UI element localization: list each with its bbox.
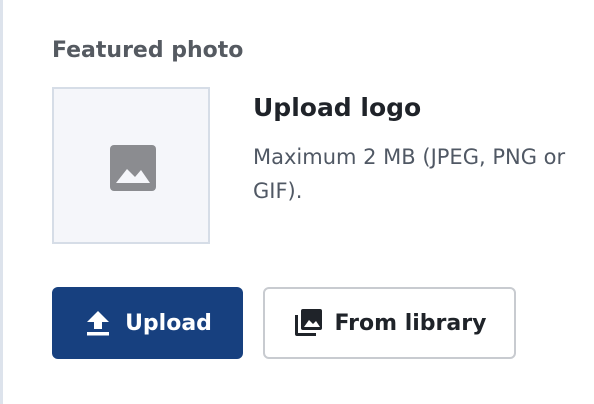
- from-library-button[interactable]: From library: [263, 287, 516, 359]
- image-icon: [110, 145, 156, 191]
- upload-requirements-text: Maximum 2 MB (JPEG, PNG or GIF).: [253, 145, 566, 203]
- photo-library-icon: [294, 309, 322, 336]
- upload-logo-title: Upload logo: [253, 93, 422, 122]
- upload-button[interactable]: Upload: [52, 287, 243, 359]
- upload-button-label: Upload: [125, 310, 212, 336]
- upload-icon: [87, 311, 110, 336]
- featured-photo-thumbnail[interactable]: [52, 87, 210, 244]
- section-title: Featured photo: [52, 38, 244, 63]
- from-library-button-label: From library: [334, 310, 487, 336]
- left-divider: [0, 0, 3, 404]
